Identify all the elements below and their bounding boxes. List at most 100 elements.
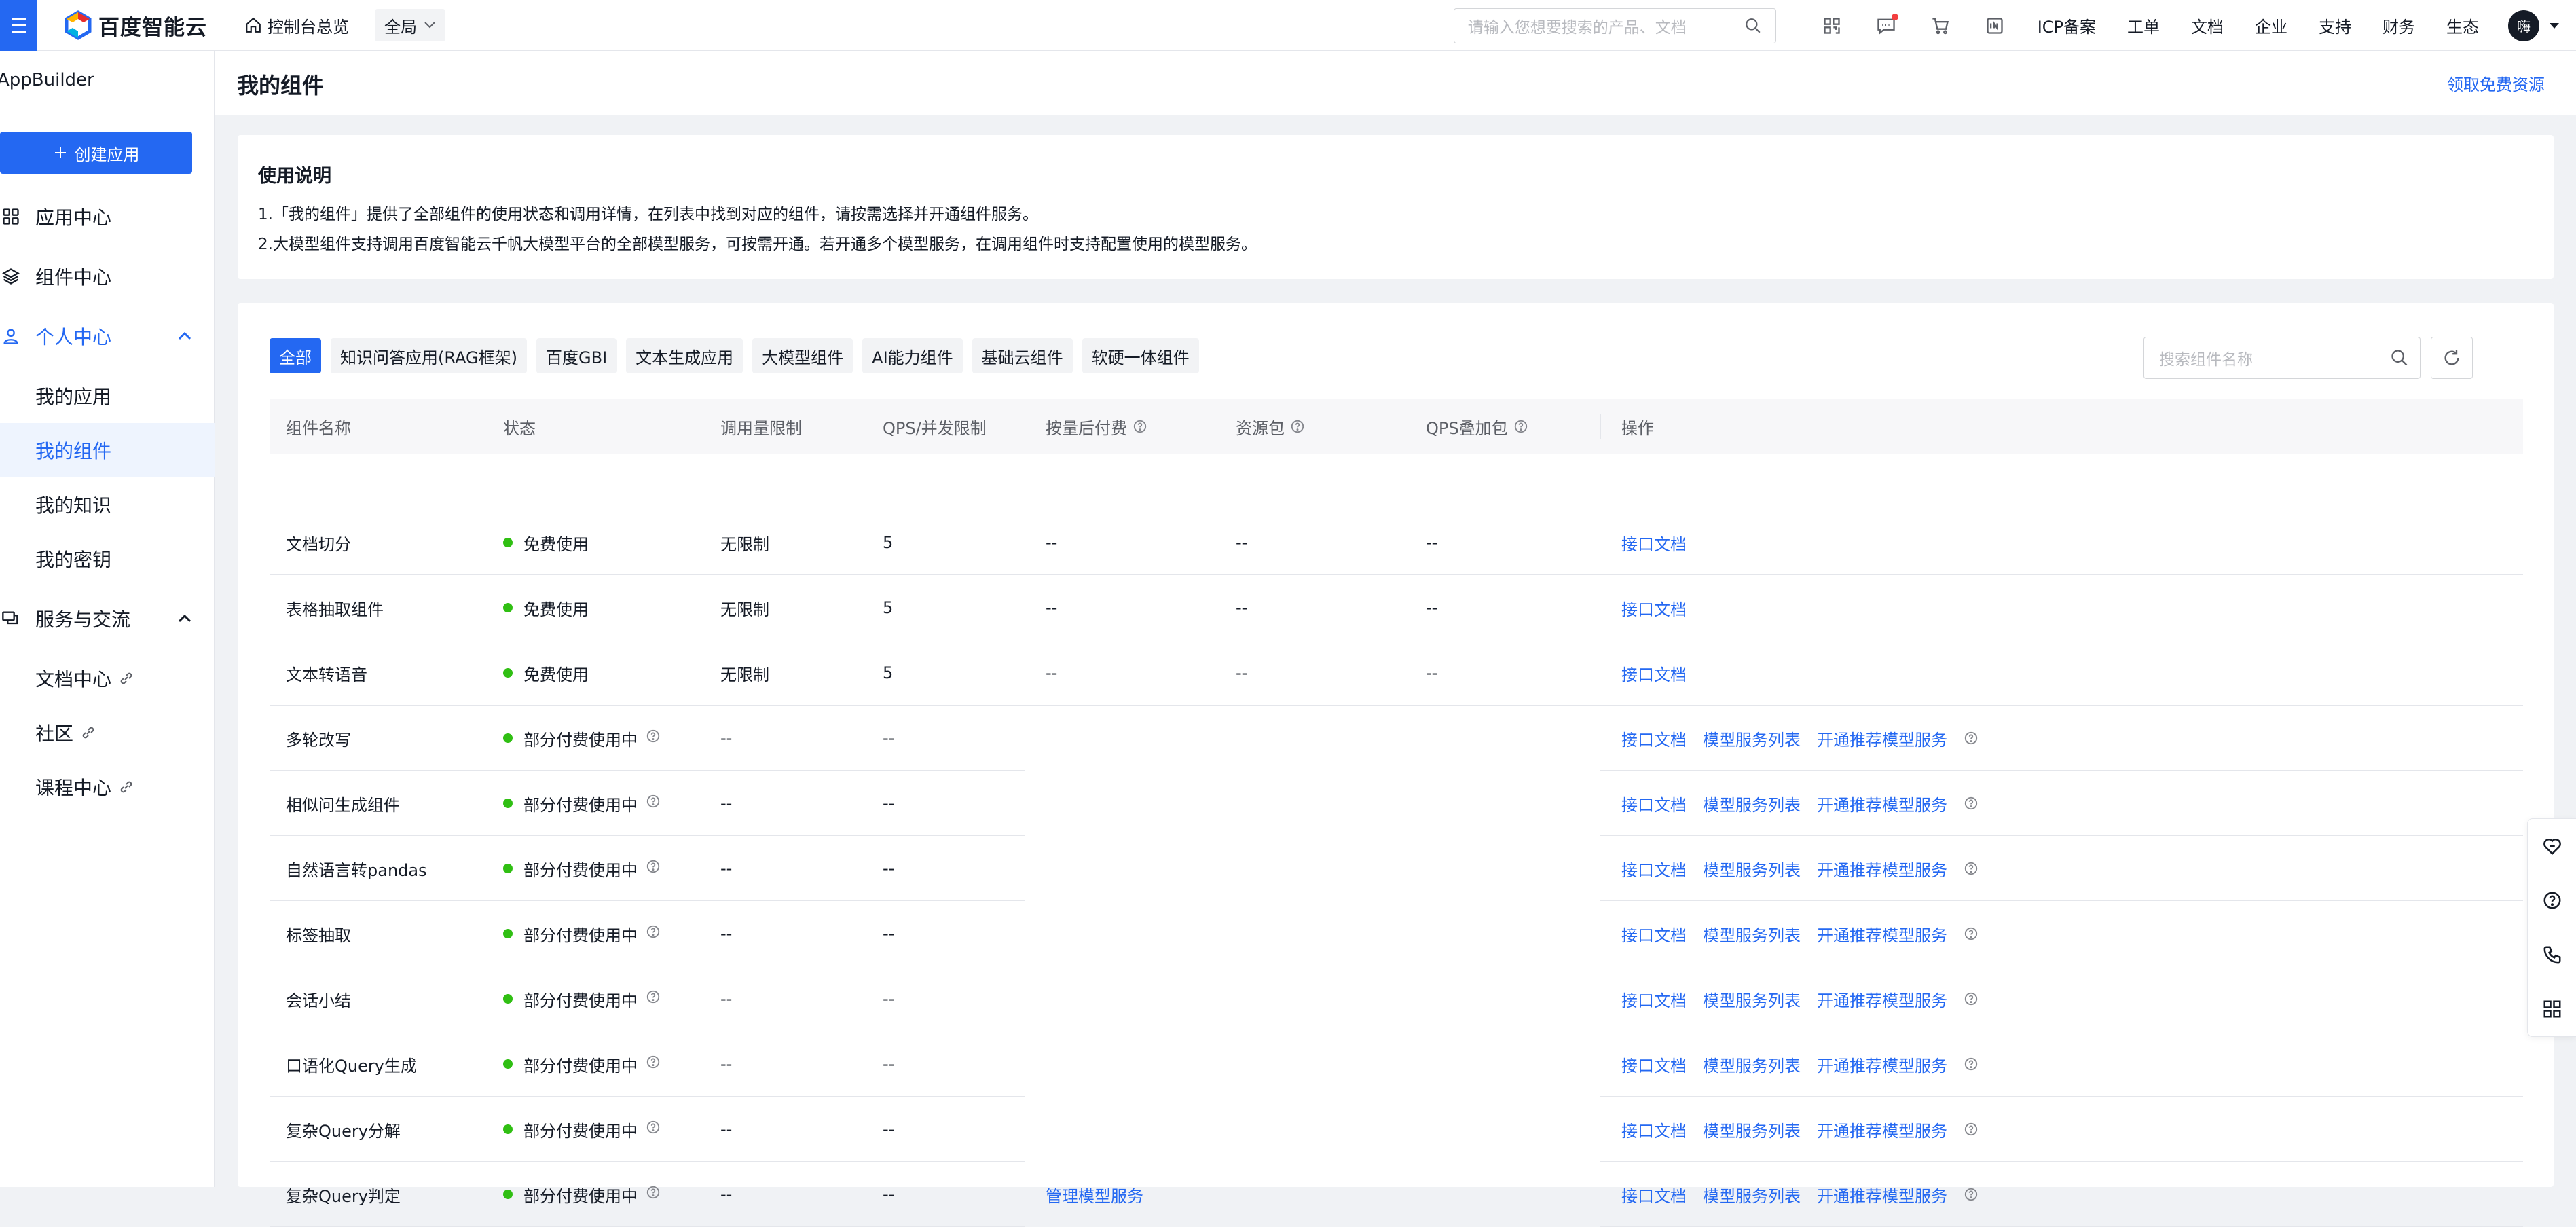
- api-doc-link[interactable]: 接口文档: [1621, 922, 1687, 946]
- help-icon[interactable]: [2542, 890, 2562, 911]
- apps-icon[interactable]: [2542, 999, 2562, 1019]
- sidebar-item-personal-center[interactable]: 个人中心: [0, 309, 215, 363]
- filter-chip-cloud[interactable]: 基础云组件: [972, 338, 1073, 373]
- filter-chip-ai[interactable]: AI能力组件: [862, 338, 963, 373]
- model-service-list-link[interactable]: 模型服务列表: [1703, 1183, 1801, 1207]
- model-service-list-link[interactable]: 模型服务列表: [1703, 987, 1801, 1011]
- open-recommended-model-link[interactable]: 开通推荐模型服务: [1817, 1183, 1947, 1207]
- chevron-up-icon[interactable]: [178, 332, 191, 340]
- model-service-list-link[interactable]: 模型服务列表: [1703, 792, 1801, 816]
- phone-icon[interactable]: [2542, 945, 2562, 965]
- chevron-up-icon[interactable]: [178, 615, 191, 623]
- status-dot: [503, 864, 513, 873]
- help-icon[interactable]: [646, 924, 661, 939]
- qrcode-icon[interactable]: [1805, 16, 1859, 35]
- open-recommended-model-link[interactable]: 开通推荐模型服务: [1817, 857, 1947, 881]
- sidebar-item-doc-center[interactable]: 文档中心: [0, 651, 215, 706]
- api-doc-link[interactable]: 接口文档: [1621, 727, 1687, 750]
- api-doc-link[interactable]: 接口文档: [1621, 1183, 1687, 1207]
- menu-icon[interactable]: [0, 0, 37, 51]
- top-link-finance[interactable]: 财务: [2367, 14, 2431, 37]
- cart-icon[interactable]: [1913, 16, 1968, 35]
- model-service-list-link[interactable]: 模型服务列表: [1703, 1052, 1801, 1076]
- component-search-input[interactable]: 搜索组件名称: [2143, 337, 2421, 379]
- sidebar-item-my-knowledge[interactable]: 我的知识: [0, 477, 215, 532]
- console-overview-link[interactable]: 控制台总览: [244, 14, 349, 37]
- component-search-button[interactable]: [2378, 337, 2420, 378]
- top-link-docs[interactable]: 文档: [2175, 14, 2239, 37]
- refresh-button[interactable]: [2431, 337, 2473, 379]
- help-icon[interactable]: [1964, 731, 1979, 746]
- filter-chip-rag[interactable]: 知识问答应用(RAG框架): [331, 338, 528, 373]
- help-icon[interactable]: [1964, 926, 1979, 941]
- brand-logo[interactable]: 百度智能云: [63, 10, 207, 41]
- api-doc-link[interactable]: 接口文档: [1621, 596, 1687, 620]
- sidebar-item-my-components[interactable]: 我的组件: [0, 423, 215, 477]
- help-icon[interactable]: [1133, 419, 1147, 434]
- help-icon[interactable]: [1290, 419, 1305, 434]
- manage-model-service-label[interactable]: 管理模型服务: [1046, 1183, 1143, 1207]
- sidebar-item-component-center[interactable]: 组件中心: [0, 249, 215, 304]
- help-icon[interactable]: [646, 794, 661, 809]
- filter-chip-all[interactable]: 全部: [270, 338, 321, 373]
- api-doc-link[interactable]: 接口文档: [1621, 987, 1687, 1011]
- top-link-support[interactable]: 支持: [2303, 14, 2367, 37]
- caret-down-icon[interactable]: [2549, 22, 2560, 29]
- api-doc-link[interactable]: 接口文档: [1621, 1052, 1687, 1076]
- help-icon[interactable]: [646, 729, 661, 744]
- help-icon[interactable]: [1964, 991, 1979, 1006]
- region-select[interactable]: 全局: [375, 9, 445, 41]
- open-recommended-model-link[interactable]: 开通推荐模型服务: [1817, 987, 1947, 1011]
- sidebar-item-community[interactable]: 社区: [0, 706, 215, 760]
- message-icon[interactable]: [1859, 13, 1913, 35]
- top-link-enterprise[interactable]: 企业: [2239, 14, 2303, 37]
- help-icon[interactable]: [1964, 796, 1979, 811]
- create-app-button[interactable]: 创建应用: [0, 132, 192, 174]
- help-icon[interactable]: [646, 1055, 661, 1069]
- open-recommended-model-link[interactable]: 开通推荐模型服务: [1817, 727, 1947, 750]
- model-service-list-link[interactable]: 模型服务列表: [1703, 857, 1801, 881]
- help-icon[interactable]: [1964, 861, 1979, 876]
- sidebar-item-app-center[interactable]: 应用中心: [0, 189, 215, 244]
- filter-chip-gbi[interactable]: 百度GBI: [536, 338, 617, 373]
- api-doc-link[interactable]: 接口文档: [1621, 792, 1687, 816]
- open-recommended-model-link[interactable]: 开通推荐模型服务: [1817, 1052, 1947, 1076]
- help-icon[interactable]: [1964, 1057, 1979, 1072]
- help-icon[interactable]: [1964, 1187, 1979, 1202]
- feedback-icon[interactable]: [2542, 836, 2562, 856]
- filter-chip-llm[interactable]: 大模型组件: [752, 338, 853, 373]
- model-service-list-link[interactable]: 模型服务列表: [1703, 727, 1801, 750]
- api-doc-link[interactable]: 接口文档: [1621, 531, 1687, 555]
- model-service-list-link[interactable]: 模型服务列表: [1703, 1118, 1801, 1141]
- top-link-ticket[interactable]: 工单: [2112, 14, 2175, 37]
- top-link-icp[interactable]: ICP备案: [2022, 14, 2112, 37]
- api-doc-link[interactable]: 接口文档: [1621, 661, 1687, 685]
- api-doc-link[interactable]: 接口文档: [1621, 857, 1687, 881]
- filter-chip-text-gen[interactable]: 文本生成应用: [626, 338, 743, 373]
- open-recommended-model-link[interactable]: 开通推荐模型服务: [1817, 792, 1947, 816]
- help-icon[interactable]: [1513, 419, 1528, 434]
- open-recommended-model-link[interactable]: 开通推荐模型服务: [1817, 922, 1947, 946]
- col-qps-limit: QPS/并发限制: [883, 418, 987, 438]
- help-icon[interactable]: [646, 1120, 661, 1135]
- sidebar-item-my-apps[interactable]: 我的应用: [0, 369, 215, 423]
- top-link-ecosystem[interactable]: 生态: [2431, 14, 2495, 37]
- claim-free-resources-link[interactable]: 领取免费资源: [2447, 71, 2545, 95]
- sidebar-item-my-keys[interactable]: 我的密钥: [0, 532, 215, 586]
- model-service-list-link[interactable]: 模型服务列表: [1703, 922, 1801, 946]
- help-icon[interactable]: [646, 989, 661, 1004]
- component-name: 文本转语音: [286, 665, 367, 684]
- call-limit: --: [720, 1120, 733, 1139]
- sidebar-item-course-center[interactable]: 课程中心: [0, 760, 215, 814]
- api-doc-link[interactable]: 接口文档: [1621, 1118, 1687, 1141]
- help-icon[interactable]: [646, 859, 661, 874]
- search-icon[interactable]: [1744, 17, 1762, 35]
- global-search-input[interactable]: 请输入您想要搜索的产品、文档: [1453, 7, 1776, 43]
- sidebar-item-service-exchange[interactable]: 服务与交流: [0, 591, 215, 646]
- open-recommended-model-link[interactable]: 开通推荐模型服务: [1817, 1118, 1947, 1141]
- user-avatar[interactable]: 嗨: [2508, 10, 2539, 41]
- invoice-icon[interactable]: [1968, 16, 2022, 35]
- help-icon[interactable]: [646, 1185, 661, 1200]
- filter-chip-hardware[interactable]: 软硬一体组件: [1082, 338, 1199, 373]
- help-icon[interactable]: [1964, 1122, 1979, 1137]
